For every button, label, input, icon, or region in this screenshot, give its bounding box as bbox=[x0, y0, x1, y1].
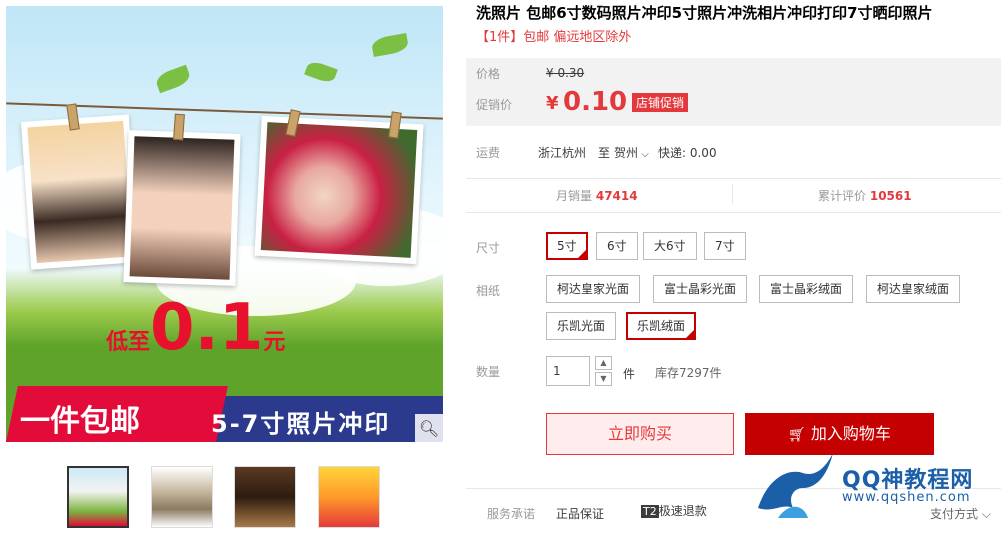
clothespin bbox=[173, 113, 185, 141]
stock-count: 库存7297件 bbox=[655, 366, 722, 380]
shipping-from: 浙江杭州 bbox=[538, 146, 587, 160]
promo-text: 低至0.1元 bbox=[106, 296, 285, 360]
shipping-destination: 贺州 bbox=[614, 146, 639, 160]
promo-price-label: 促销价 bbox=[476, 98, 513, 112]
leaf-decoration bbox=[370, 33, 410, 57]
hanging-photo bbox=[123, 130, 241, 286]
thumbnail-4[interactable] bbox=[318, 466, 380, 528]
product-subtitle: 【1件】包邮 偏远地区除外 bbox=[476, 30, 632, 45]
hanging-photo bbox=[20, 114, 140, 270]
original-price-label: 价格 bbox=[476, 67, 501, 81]
shipping-method: 快递: 0.00 bbox=[658, 146, 717, 160]
shipping-to-word: 至 bbox=[598, 146, 611, 160]
quantity-input[interactable]: 1 bbox=[546, 356, 590, 386]
add-to-cart-label: 加入购物车 bbox=[810, 424, 891, 443]
paper-option-kodak-gloss[interactable]: 柯达皇家光面 bbox=[546, 275, 641, 303]
leaf-decoration bbox=[153, 64, 193, 94]
thumbnail-2[interactable] bbox=[151, 466, 213, 528]
t2-badge: T2 bbox=[641, 505, 659, 518]
payment-label: 支付方式 bbox=[930, 507, 979, 521]
service-genuine: 正品保证 bbox=[556, 507, 605, 521]
quantity-increase-button[interactable]: ▲ bbox=[595, 356, 612, 370]
cart-icon: 🛒︎ bbox=[788, 427, 806, 443]
service-refund: T2 极速退款 bbox=[641, 502, 707, 519]
zoom-icon[interactable]: 🔍︎ bbox=[415, 414, 443, 442]
promo-tag: 店铺促销 bbox=[632, 93, 689, 112]
monthly-sales: 月销量 47414 bbox=[556, 187, 638, 204]
divider bbox=[466, 212, 1001, 213]
promo-price: 0.10 bbox=[563, 87, 628, 117]
quantity-label: 数量 bbox=[476, 365, 501, 379]
paper-label: 相纸 bbox=[476, 284, 501, 298]
main-product-image[interactable]: 低至0.1元 一件包邮 5-7寸照片冲印 🔍︎ bbox=[6, 6, 443, 442]
promo-prefix: 低至 bbox=[106, 330, 151, 355]
thumbnail-1[interactable] bbox=[67, 466, 129, 528]
thumbnail-3[interactable] bbox=[234, 466, 296, 528]
buy-now-button[interactable]: 立即购买 bbox=[546, 413, 734, 455]
leaf-decoration bbox=[304, 59, 338, 85]
size-option-large-6[interactable]: 大6寸 bbox=[643, 232, 697, 260]
reviews-label: 累计评价 bbox=[818, 189, 867, 203]
size-label: 尺寸 bbox=[476, 241, 501, 255]
sales-label: 月销量 bbox=[556, 189, 593, 203]
chevron-down-icon: ⌵ bbox=[978, 507, 991, 521]
size-option-6[interactable]: 6寸 bbox=[596, 232, 638, 260]
product-title: 洗照片 包邮6寸数码照片冲印5寸照片冲洗相片冲印打印7寸晒印照片 bbox=[476, 4, 933, 22]
size-option-5[interactable]: 5寸 bbox=[546, 232, 588, 260]
total-reviews[interactable]: 累计评价 10561 bbox=[818, 187, 912, 204]
shipping-destination-select[interactable]: 贺州 ⌵ bbox=[614, 144, 649, 161]
dragon-logo-icon bbox=[748, 448, 838, 528]
sales-value: 47414 bbox=[595, 189, 638, 203]
size-option-7[interactable]: 7寸 bbox=[704, 232, 746, 260]
currency-symbol: ¥ bbox=[546, 93, 559, 114]
promo-value: 0.1 bbox=[150, 291, 264, 365]
stats-separator bbox=[732, 184, 733, 204]
paper-option-fuji-matte[interactable]: 富士晶彩绒面 bbox=[759, 275, 854, 303]
refund-label: 极速退款 bbox=[658, 504, 707, 518]
shipping-label: 运费 bbox=[476, 146, 501, 160]
divider bbox=[466, 178, 1001, 179]
service-label: 服务承诺 bbox=[487, 507, 536, 521]
payment-method-toggle[interactable]: 支付方式 ⌵ bbox=[930, 505, 991, 522]
banner-left-text: 一件包邮 bbox=[20, 404, 140, 439]
chevron-down-icon: ⌵ bbox=[638, 149, 649, 160]
promo-suffix: 元 bbox=[263, 330, 286, 355]
quantity-decrease-button[interactable]: ▼ bbox=[595, 372, 612, 386]
paper-option-fuji-gloss[interactable]: 富士晶彩光面 bbox=[653, 275, 748, 303]
banner-right-text: 5-7寸照片冲印 bbox=[211, 410, 391, 438]
paper-option-lucky-matte[interactable]: 乐凯绒面 bbox=[626, 312, 697, 340]
original-price: ¥ 0.30 bbox=[546, 66, 585, 80]
quantity-unit: 件 bbox=[623, 367, 636, 381]
watermark-url: www.qqshen.com bbox=[842, 490, 971, 505]
paper-option-kodak-matte[interactable]: 柯达皇家绒面 bbox=[866, 275, 961, 303]
reviews-value: 10561 bbox=[869, 189, 912, 203]
paper-option-lucky-gloss[interactable]: 乐凯光面 bbox=[546, 312, 617, 340]
